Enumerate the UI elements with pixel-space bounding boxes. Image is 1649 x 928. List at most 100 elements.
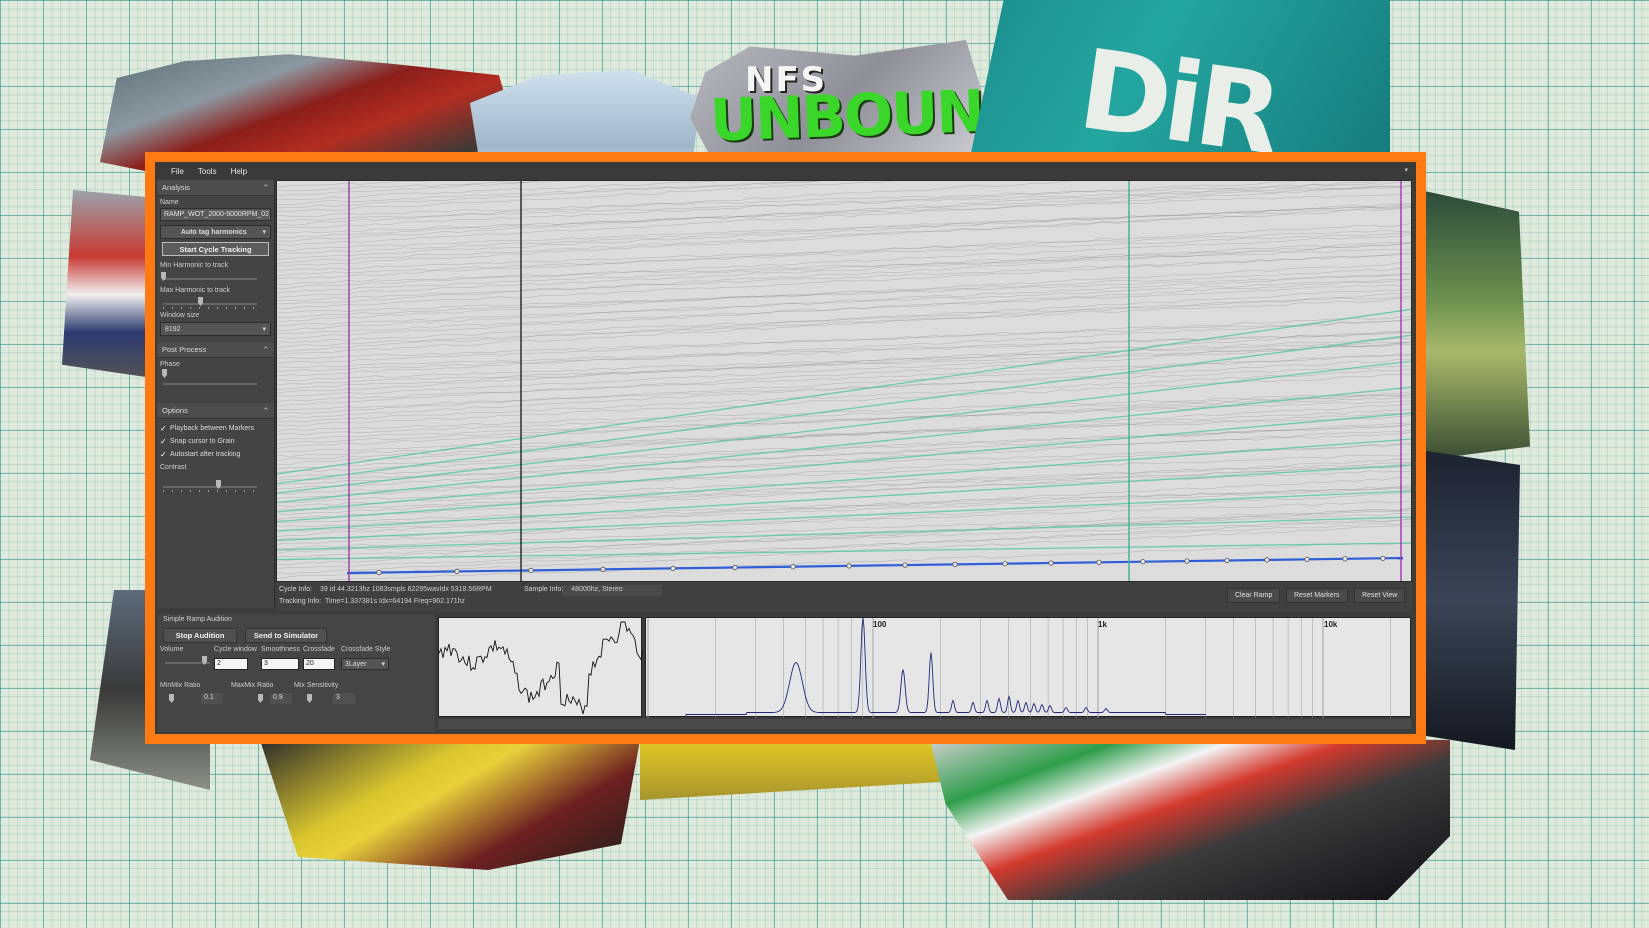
spectrogram-texture-line [277, 477, 1411, 537]
grain-marker [1096, 559, 1102, 565]
waveform-canvas [438, 621, 644, 715]
volume-slider[interactable] [162, 654, 212, 668]
reset-view-button[interactable]: Reset View [1354, 588, 1406, 603]
start-cycle-tracking-button[interactable]: Start Cycle Tracking [162, 242, 269, 256]
chevron-up-icon: ⌃ [262, 406, 269, 415]
min-harmonic-label: Min Harmonic to track [160, 262, 229, 269]
spectrogram-texture-line [277, 292, 1411, 356]
timeline-scrollbar[interactable] [438, 719, 1411, 729]
clear-ramp-button[interactable]: Clear Ramp [1227, 588, 1281, 603]
slider-thumb[interactable] [162, 369, 167, 378]
chevron-down-icon[interactable]: ▾ [1404, 166, 1408, 174]
spectrogram-texture-line [277, 508, 1411, 550]
spectrogram-texture-line [277, 242, 1411, 305]
options-header[interactable]: Options ⌃ [157, 403, 274, 419]
cycle-window-input[interactable]: 2 [214, 658, 248, 670]
snap-cursor-checkbox[interactable]: ✓ Snap cursor to Grain [157, 435, 274, 448]
spectrogram-texture-line [277, 289, 1411, 352]
slider-track [163, 383, 257, 385]
contrast-slider[interactable] [160, 478, 271, 492]
harmonic-line [277, 308, 1411, 475]
crossfade-label: Crossfade [303, 646, 335, 653]
menu-tools[interactable]: Tools [198, 167, 217, 176]
analysis-header[interactable]: Analysis ⌃ [157, 180, 274, 196]
grain-marker [600, 566, 606, 572]
checkmark-icon: ✓ [160, 450, 167, 459]
sample-info-value: 48000hz, Stereo [571, 586, 623, 593]
slider-track [163, 278, 257, 280]
mix-sensitivity-label: Mix Sensitivity [294, 682, 339, 689]
crossfade-input[interactable]: 20 [303, 658, 335, 670]
contrast-label: Contrast [160, 464, 187, 471]
send-to-simulator-button[interactable]: Send to Simulator [245, 628, 327, 643]
smoothness-label: Smoothness [261, 646, 300, 653]
minmix-label: MinMix Ratio [160, 682, 201, 689]
post-process-header-label: Post Process [162, 345, 207, 354]
cycle-info-value: 39 id 44.3213hz 1083smpls 62295wavIdx 53… [320, 586, 492, 593]
menu-bar: File Tools Help ▾ [155, 162, 1416, 180]
tracking-info-label: Tracking Info: [279, 598, 322, 605]
auto-tag-dropdown[interactable]: Auto tag harmonics ▾ [160, 225, 271, 239]
sidebar: Analysis ⌃ Name RAMP_WOT_2000-5000RPM_02… [157, 180, 275, 608]
maxmix-slider-thumb[interactable] [258, 694, 263, 703]
spectrogram-texture-line [277, 331, 1411, 373]
grain-marker [952, 561, 958, 567]
spectrogram-texture-line [277, 394, 1411, 449]
stop-audition-button[interactable]: Stop Audition [163, 628, 237, 643]
minmix-slider-thumb[interactable] [169, 694, 174, 703]
playback-markers-checkbox[interactable]: ✓ Playback between Markers [157, 422, 274, 435]
menu-file[interactable]: File [171, 167, 184, 176]
tracking-info-row: Tracking Info: Time=1.337381s Idx=64194 … [279, 598, 471, 605]
spectrogram-texture-line [277, 261, 1411, 322]
waveform-view[interactable] [438, 617, 644, 717]
tracking-info-value: Time=1.337381s Idx=64194 Freq=962.171hz [324, 598, 466, 605]
grain-marker [1380, 555, 1386, 561]
crossfade-style-dropdown[interactable]: 3Layer ▾ [341, 658, 389, 670]
phase-slider[interactable] [160, 369, 271, 393]
audition-title: Simple Ramp Audition [163, 616, 232, 623]
minmix-value[interactable]: 0.1 [201, 693, 223, 704]
phase-label: Phase [160, 361, 180, 368]
fft-label-10k: 10k [1324, 620, 1338, 629]
harmonic-line [277, 438, 1411, 523]
name-label: Name [160, 199, 179, 206]
spectrogram-texture-line [277, 507, 1411, 565]
dark-photo-right [1420, 450, 1520, 750]
maxmix-value[interactable]: 0.9 [270, 693, 292, 704]
menu-help[interactable]: Help [231, 167, 247, 176]
options-header-label: Options [162, 406, 188, 415]
checkmark-icon: ✓ [160, 437, 167, 446]
nfs-unbound-logo: UNBOUND [708, 75, 1031, 155]
max-harmonic-slider[interactable] [160, 295, 271, 309]
grain-marker [670, 565, 676, 571]
spectrogram-texture-line [277, 181, 563, 197]
yellow-car-photo-bottom [640, 740, 940, 800]
grain-marker [1264, 557, 1270, 563]
reset-markers-button[interactable]: Reset Markers [1286, 588, 1348, 603]
smoothness-input[interactable]: 3 [261, 658, 299, 670]
fft-spectrum-view[interactable]: 100 1k 10k [645, 617, 1411, 718]
spectrogram-texture-line [277, 278, 1411, 326]
autostart-checkbox[interactable]: ✓ Autostart after tracking [157, 448, 274, 461]
window-size-dropdown[interactable]: 8192 ▾ [160, 322, 271, 336]
min-harmonic-slider[interactable] [160, 270, 271, 284]
mix-sensitivity-value[interactable]: 3 [333, 693, 355, 704]
post-process-header[interactable]: Post Process ⌃ [157, 342, 274, 358]
app-window: File Tools Help ▾ Analysis ⌃ Name RAMP_W… [155, 162, 1416, 734]
sample-info-row: Sample Info: 48000hz, Stereo [524, 586, 629, 593]
analysis-header-label: Analysis [162, 183, 190, 192]
spectrogram-canvas[interactable] [277, 181, 1412, 582]
window-size-label: Window size [160, 312, 200, 319]
ramp-audition-panel: Simple Ramp Audition Stop Audition Send … [157, 614, 435, 732]
name-field[interactable]: RAMP_WOT_2000-5000RPM_02_ [160, 208, 271, 221]
fft-label-1k: 1k [1098, 620, 1107, 629]
spectrogram-texture-line [319, 543, 1411, 581]
chevron-up-icon: ⌃ [262, 345, 269, 354]
mix-sensitivity-slider-thumb[interactable] [307, 694, 312, 703]
cycle-info-label: Cycle Info: [279, 586, 313, 593]
spectrogram-texture-line [277, 181, 540, 191]
spectrogram-texture-line [277, 342, 1411, 381]
waveform-trace [438, 621, 644, 715]
spectrogram-view[interactable] [276, 180, 1412, 582]
grain-marker [1048, 560, 1054, 566]
